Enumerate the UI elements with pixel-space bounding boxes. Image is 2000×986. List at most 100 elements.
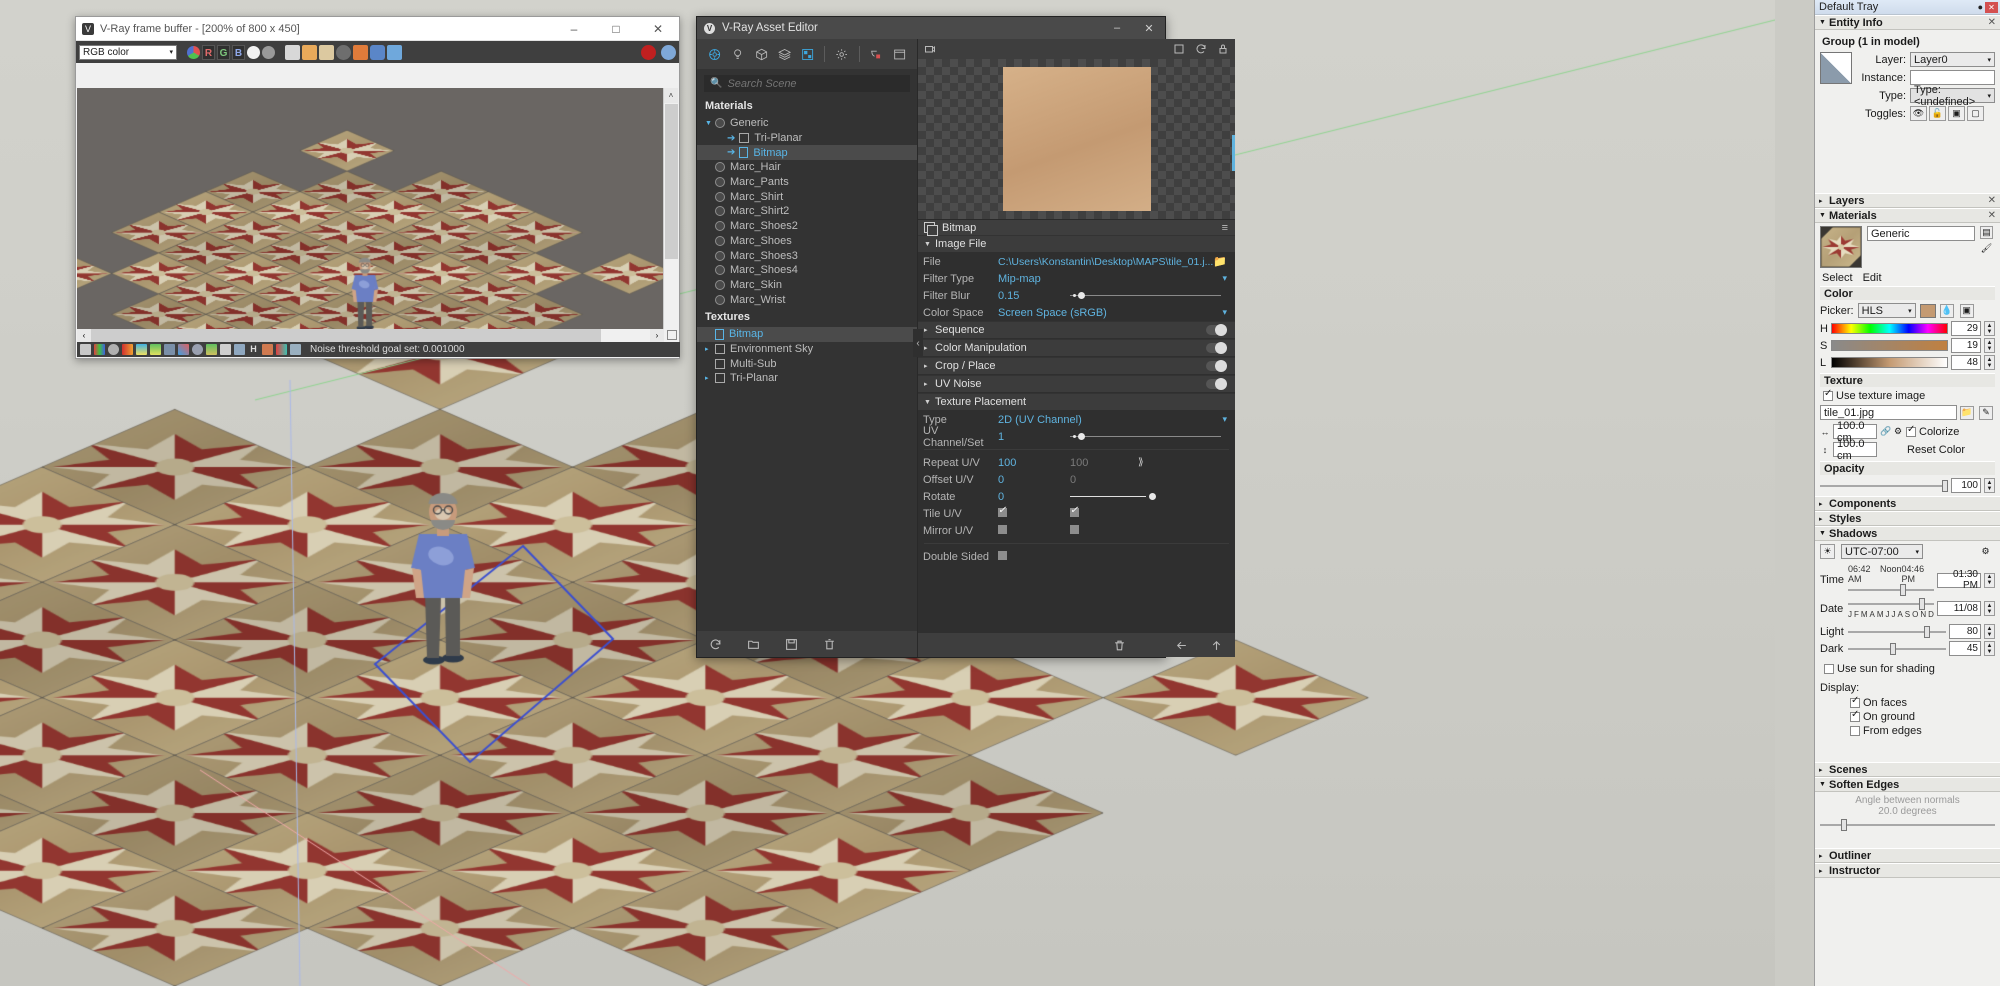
shadow-settings-icon[interactable]: ⚙: [1978, 544, 1993, 559]
tree-item-multi-sub[interactable]: Multi-Sub: [697, 356, 917, 371]
vfb-statusbar[interactable]: H Noise threshold goal set: 0.001000: [77, 342, 680, 357]
asset-editor-left-footer[interactable]: [697, 631, 917, 657]
vray-teapot-icon[interactable]: [370, 44, 385, 60]
eyedropper-icon[interactable]: 💧: [1939, 303, 1954, 318]
default-tray[interactable]: Default Tray ● ✕ ▼ Entity Info ✕ Group (…: [1814, 0, 2000, 986]
material-name-field[interactable]: Generic: [1867, 226, 1975, 241]
chevron-right-icon[interactable]: ▸: [1819, 515, 1829, 523]
open-icon[interactable]: [302, 44, 317, 60]
use-texture-checkbox[interactable]: [1823, 388, 1833, 401]
saturation-stepper[interactable]: ▲ ▼: [1984, 338, 1995, 353]
asset-tree[interactable]: Materials ▼ Generic ➔ Tri-Planar ➔ Bitmap Marc_…: [697, 96, 917, 631]
unlock-icon[interactable]: 🔓: [1929, 106, 1946, 121]
background-icon[interactable]: [276, 344, 287, 355]
refresh-preview-icon[interactable]: [1195, 43, 1207, 55]
property-value[interactable]: 0.15: [998, 290, 1070, 302]
chevron-right-icon[interactable]: ▸: [1819, 766, 1829, 774]
material-preview[interactable]: [918, 59, 1236, 219]
alpha-icon[interactable]: [247, 45, 260, 59]
tree-item-marc-wrist[interactable]: Marc_Wrist: [697, 292, 917, 307]
vfb-titlebar[interactable]: V V-Ray frame buffer - [200% of 800 x 45…: [76, 17, 679, 41]
vfb-maximize-button[interactable]: □: [595, 17, 637, 41]
link-icon[interactable]: ⟫: [1138, 457, 1144, 468]
vfb-horizontal-scrollbar[interactable]: ‹ ›: [77, 329, 664, 342]
compare-icon[interactable]: [262, 344, 273, 355]
panel-header-components[interactable]: ▸ Components: [1815, 496, 2000, 511]
chevron-down-icon[interactable]: ▼: [1819, 530, 1829, 537]
twisty-icon[interactable]: ▸: [705, 374, 715, 382]
tree-item-marc-shirt2[interactable]: Marc_Shirt2: [697, 204, 917, 219]
section-twisty-icon[interactable]: ▸: [924, 344, 935, 352]
save-icon[interactable]: [785, 638, 798, 651]
link-lock-icon[interactable]: 🔗: [1880, 426, 1891, 437]
tree-item-marc-skin[interactable]: Marc_Skin: [697, 278, 917, 293]
from-edges-checkbox[interactable]: [1850, 726, 1860, 736]
layer-select[interactable]: Layer0 ▾: [1910, 52, 1995, 67]
layers-icon[interactable]: [80, 344, 91, 355]
tree-item-bitmap[interactable]: Bitmap: [697, 326, 917, 342]
panel-header-layers[interactable]: ▸ Layers ✕: [1815, 193, 2000, 208]
color-channels-icon[interactable]: [187, 45, 200, 59]
delete-icon[interactable]: [823, 638, 836, 651]
chevron-down-icon[interactable]: ▾: [1223, 307, 1228, 318]
tree-item-marc-shoes2[interactable]: Marc_Shoes2: [697, 219, 917, 234]
open-folder-icon[interactable]: [747, 638, 760, 651]
asset-editor-close-button[interactable]: ✕: [1133, 17, 1165, 39]
panel-header-entity-info[interactable]: ▼ Entity Info ✕: [1815, 15, 2000, 30]
vfb-vscroll-thumb[interactable]: [665, 104, 678, 259]
checkbox-v[interactable]: [1070, 524, 1138, 537]
save-icon[interactable]: [285, 44, 300, 60]
materials-icon[interactable]: [708, 46, 721, 63]
property-row-color-space[interactable]: Color Space Screen Space (sRGB) ▾: [918, 304, 1235, 321]
tree-item-marc-hair[interactable]: Marc_Hair: [697, 160, 917, 175]
property-row-file[interactable]: File C:\Users\Konstantin\Desktop\MAPS\til…: [918, 253, 1235, 270]
property-row-offset-u-v[interactable]: Offset U/V 0 0: [918, 471, 1235, 488]
twisty-icon[interactable]: ▸: [705, 345, 715, 353]
vfb-channel-select[interactable]: RGB color ▾: [79, 44, 177, 60]
panel-header-styles[interactable]: ▸ Styles: [1815, 511, 2000, 526]
info-icon[interactable]: [108, 344, 119, 355]
vignette-icon[interactable]: [234, 344, 245, 355]
lens-effects-icon[interactable]: [220, 344, 231, 355]
tree-item-generic[interactable]: ▼ Generic: [697, 116, 917, 131]
property-value-v[interactable]: 0: [1070, 474, 1138, 486]
vray-frame-buffer-window[interactable]: V V-Ray frame buffer - [200% of 800 x 45…: [75, 16, 680, 359]
vfb-vertical-scrollbar[interactable]: ˄: [663, 88, 678, 350]
light-value[interactable]: 80: [1949, 624, 1981, 639]
green-channel-icon[interactable]: G: [217, 44, 230, 60]
vray-asset-editor-window[interactable]: V V-Ray Asset Editor – ✕ 🔍 Search Scene …: [696, 16, 1236, 658]
angle-slider[interactable]: [1820, 819, 1995, 831]
checkbox-v[interactable]: [1070, 505, 1138, 520]
purge-icon[interactable]: [1113, 639, 1126, 652]
exposure-icon[interactable]: [122, 344, 133, 355]
link-reset-icon[interactable]: ⚙: [1893, 426, 1903, 437]
section-texture-placement[interactable]: ▼ Texture Placement: [918, 393, 1236, 410]
panel-header-scenes[interactable]: ▸ Scenes: [1815, 762, 2000, 777]
property-value[interactable]: 1: [998, 431, 1070, 443]
materials-tab-select[interactable]: Select: [1822, 272, 1853, 284]
opacity-stepper[interactable]: ▲ ▼: [1984, 478, 1995, 493]
hue-value[interactable]: 29: [1951, 321, 1981, 336]
date-slider[interactable]: [1848, 598, 1934, 610]
property-row-repeat-u-v[interactable]: Repeat U/V 100 100 ⟫: [918, 454, 1235, 471]
date-stepper[interactable]: ▲ ▼: [1984, 601, 1995, 616]
lights-icon[interactable]: [731, 46, 744, 63]
property-value[interactable]: Screen Space (sRGB): [998, 307, 1223, 319]
frame-buffer-icon[interactable]: [893, 46, 906, 63]
panel-collapse-handle[interactable]: ‹: [913, 329, 923, 357]
vfb-resize-corner[interactable]: [667, 330, 677, 340]
on-faces-checkbox[interactable]: [1850, 695, 1860, 708]
section-twisty-icon[interactable]: ▼: [924, 241, 935, 248]
asset-editor-titlebar[interactable]: V V-Ray Asset Editor – ✕: [697, 17, 1165, 39]
panel-header-materials[interactable]: ▼ Materials ✕: [1815, 208, 2000, 223]
browse-icon[interactable]: 📁: [1960, 405, 1974, 420]
reset-color-button[interactable]: Reset Color: [1907, 444, 1995, 456]
time-stepper[interactable]: ▲ ▼: [1984, 572, 1995, 588]
tray-titlebar[interactable]: Default Tray ● ✕: [1815, 0, 2000, 15]
property-row-filter-blur[interactable]: Filter Blur 0.15: [918, 287, 1235, 304]
textures-icon[interactable]: [801, 46, 814, 63]
tree-item-marc-shoes3[interactable]: Marc_Shoes3: [697, 248, 917, 263]
property-value[interactable]: C:\Users\Konstantin\Desktop\MAPS\tile_01…: [998, 256, 1213, 268]
chevron-down-icon[interactable]: ▾: [1223, 273, 1228, 284]
date-value[interactable]: 11/08: [1937, 601, 1981, 616]
